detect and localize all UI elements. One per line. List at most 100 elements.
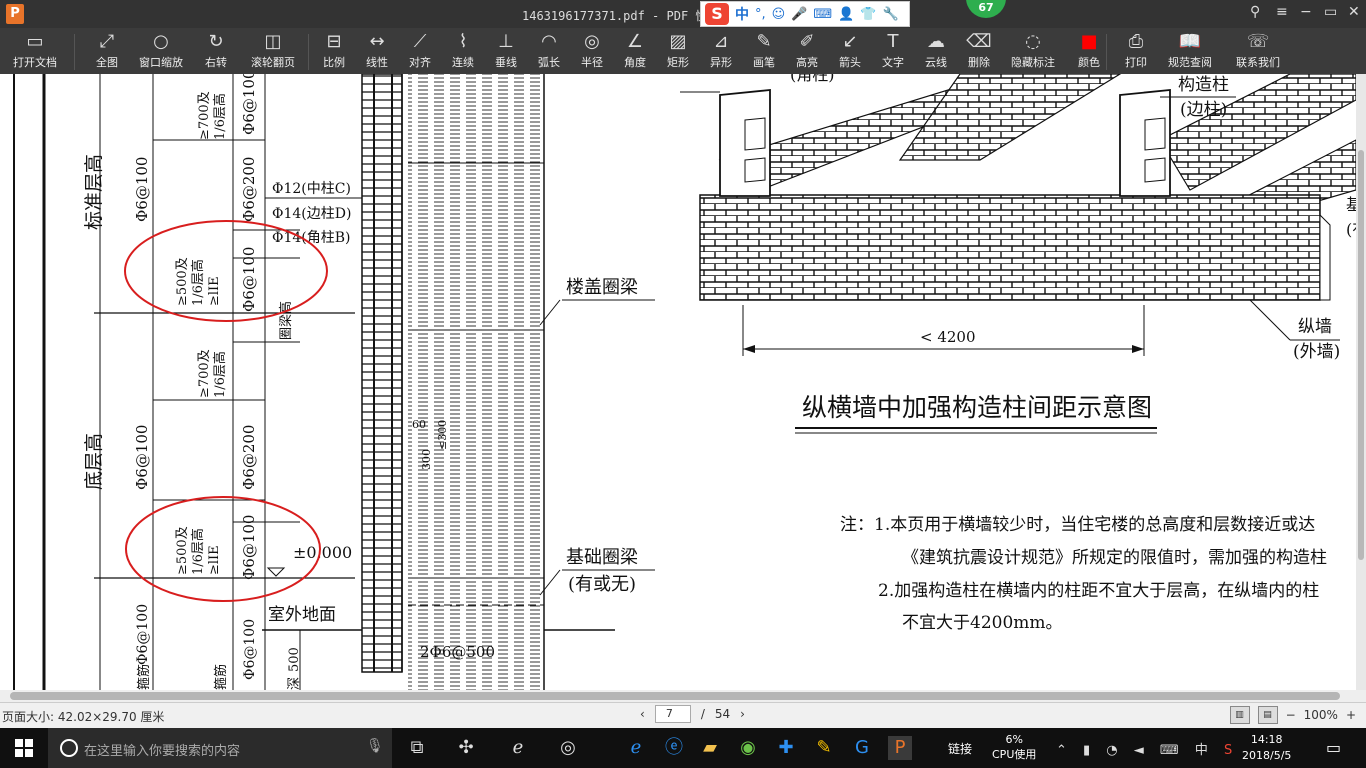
note-line: 不宜大于4200mm。	[902, 613, 1063, 633]
depth-note: 深	[287, 677, 302, 690]
page-number-input[interactable]: 7	[654, 705, 691, 723]
task-view-icon[interactable]: ⧉	[405, 736, 429, 760]
toolbar-button-21[interactable]: ◌ 隐藏标注	[1003, 30, 1063, 72]
text-icon: T	[887, 31, 899, 52]
notification-icon[interactable]: ▭	[1326, 738, 1341, 757]
search-placeholder: 在这里输入你要搜索的内容	[84, 744, 241, 759]
skin-icon[interactable]: 👕	[860, 7, 876, 22]
toolbar-button-4[interactable]: ◫ 滚轮翻页	[243, 30, 303, 72]
link-label[interactable]: 链接	[948, 740, 972, 757]
toolbar-button-8[interactable]: ⌇ 连续	[444, 30, 482, 72]
toolbar-button-1[interactable]: ⤢ 全图	[88, 30, 126, 72]
floor-ring-beam-label: 楼盖圈梁	[566, 277, 638, 298]
continuous-view-icon[interactable]: ▤	[1257, 706, 1278, 724]
taskbar-search-box[interactable]: 在这里输入你要搜索的内容 🎙	[48, 728, 392, 768]
toolbar-button-14[interactable]: ⊿ 异形	[702, 30, 740, 72]
folder-icon: ▭	[26, 31, 44, 52]
toolbar-label: 隐藏标注	[1011, 56, 1055, 69]
punctuation-icon[interactable]: °,	[755, 7, 766, 22]
pdf-viewer-taskbar-icon[interactable]: P	[888, 736, 912, 760]
single-page-view-icon[interactable]: ▥	[1229, 706, 1250, 724]
toolbar-button-20[interactable]: ⌫ 删除	[960, 30, 998, 72]
notes-app-icon[interactable]: ✎	[812, 736, 836, 760]
zoom-out-button[interactable]: −	[1286, 708, 1296, 722]
toolbar-label: 删除	[968, 56, 990, 69]
book-icon: 📖	[1178, 31, 1202, 52]
blue-app-icon[interactable]: ✚	[774, 736, 798, 760]
pen-icon: ✎	[756, 31, 772, 52]
settings-icon[interactable]: 🔧	[883, 7, 899, 22]
voice-icon[interactable]: 🎤	[791, 7, 807, 22]
ime-indicator[interactable]: 中	[1195, 743, 1214, 758]
user-icon[interactable]: 👤	[838, 7, 854, 22]
toolbar-button-19[interactable]: ☁ 云线	[917, 30, 955, 72]
emoji-icon[interactable]: ☺	[772, 7, 786, 22]
toolbar-button-2[interactable]: ○ 窗口缩放	[133, 30, 189, 72]
cpu-meter[interactable]: 6% CPU使用	[992, 732, 1036, 762]
edge-pinned-icon[interactable]: ℯ	[624, 736, 648, 760]
time: 14:18	[1250, 733, 1283, 746]
minimize-icon[interactable]: −	[1300, 4, 1312, 20]
zoom-in-button[interactable]: +	[1346, 708, 1356, 722]
keyboard-icon[interactable]: ⌨	[813, 7, 832, 22]
toolbar-button-22[interactable]: ■ 颜色	[1070, 30, 1108, 72]
toolbar-button-11[interactable]: ◎ 半径	[573, 30, 611, 72]
microphone-icon[interactable]: 🎙	[366, 738, 384, 754]
toolbar-label: 角度	[624, 56, 646, 69]
system-tray-icons[interactable]: ⌃ ▮ ◔ ◄ ⌨ 中 S	[1056, 739, 1238, 758]
sogou-tray-icon[interactable]: S	[1224, 743, 1238, 758]
spiral-app-icon[interactable]: ◎	[556, 736, 580, 760]
prev-page-icon[interactable]: ‹	[640, 707, 645, 721]
toolbar-button-18[interactable]: T 文字	[874, 30, 912, 72]
toolbar-label: 全图	[96, 56, 118, 69]
close-icon[interactable]: ✕	[1348, 4, 1360, 20]
clock[interactable]: 14:18 2018/5/5	[1242, 732, 1291, 764]
dim-label: 60	[412, 418, 426, 431]
start-button[interactable]	[0, 728, 48, 768]
ie-browser-icon[interactable]: ⓔ	[662, 736, 686, 760]
vertical-scroll-thumb[interactable]	[1358, 150, 1364, 560]
stirrup-label: 箍筋	[136, 664, 152, 690]
rotate-icon: ↻	[208, 31, 224, 52]
zoom-window-icon: ○	[153, 31, 169, 52]
toolbar-button-5[interactable]: ⊟ 比例	[315, 30, 353, 72]
fan-app-icon[interactable]: ✣	[454, 736, 478, 760]
toolbar-button-0[interactable]: ▭ 打开文档	[6, 30, 64, 72]
sogou-logo-icon[interactable]: S	[705, 3, 729, 25]
mouse-icon: ◫	[264, 31, 282, 52]
ime-language-toggle[interactable]: 中	[735, 4, 749, 24]
toolbar-button-6[interactable]: ↔ 线性	[358, 30, 396, 72]
g-app-icon[interactable]: G	[850, 736, 874, 760]
toolbar-button-24[interactable]: 📖 规范查阅	[1162, 30, 1218, 72]
horizontal-scroll-thumb[interactable]	[10, 692, 1340, 700]
length-note: 1/6层高	[212, 93, 228, 140]
menu-icon[interactable]: ≡	[1276, 4, 1288, 20]
toolbar-button-23[interactable]: ⎙ 打印	[1117, 30, 1155, 72]
toolbar-button-15[interactable]: ✎ 画笔	[745, 30, 783, 72]
bottom-rebar-label: 2Φ6@500	[420, 643, 495, 661]
green-app-icon[interactable]: ◉	[736, 736, 760, 760]
red-circle-annotation[interactable]	[125, 496, 321, 602]
toolbar-button-17[interactable]: ↙ 箭头	[831, 30, 869, 72]
toolbar-label: 弧长	[538, 56, 560, 69]
document-view[interactable]: 标准层高 底层高 Φ6@100 Φ6@100 Φ6@200 Φ6@100 Φ6@…	[0, 74, 1356, 690]
toolbar-button-13[interactable]: ▨ 矩形	[659, 30, 697, 72]
ime-toolbar[interactable]: S 中 °, ☺ 🎤 ⌨ 👤 👕 🔧	[700, 1, 910, 27]
account-icon[interactable]: ⚲	[1250, 4, 1260, 20]
next-page-icon[interactable]: ›	[740, 707, 745, 721]
toolbar-button-10[interactable]: ◠ 弧长	[530, 30, 568, 72]
toolbar-button-16[interactable]: ✐ 高亮	[788, 30, 826, 72]
perpendicular-icon: ⊥	[498, 31, 514, 52]
score-badge[interactable]: 67	[966, 0, 1006, 18]
toolbar-button-12[interactable]: ∠ 角度	[616, 30, 654, 72]
red-circle-annotation[interactable]	[124, 220, 328, 322]
maximize-icon[interactable]: ▭	[1324, 4, 1337, 20]
toolbar-button-7[interactable]: ⟋ 对齐	[401, 30, 439, 72]
toolbar-button-25[interactable]: ☏ 联系我们	[1228, 30, 1288, 72]
partial-label: (有	[1346, 220, 1356, 239]
edge-browser-icon[interactable]: ℯ	[506, 736, 530, 760]
toolbar-button-3[interactable]: ↻ 右转	[196, 30, 236, 72]
length-note: ≥lIE	[207, 545, 222, 575]
file-explorer-icon[interactable]: ▰	[698, 736, 722, 760]
toolbar-button-9[interactable]: ⊥ 垂线	[487, 30, 525, 72]
